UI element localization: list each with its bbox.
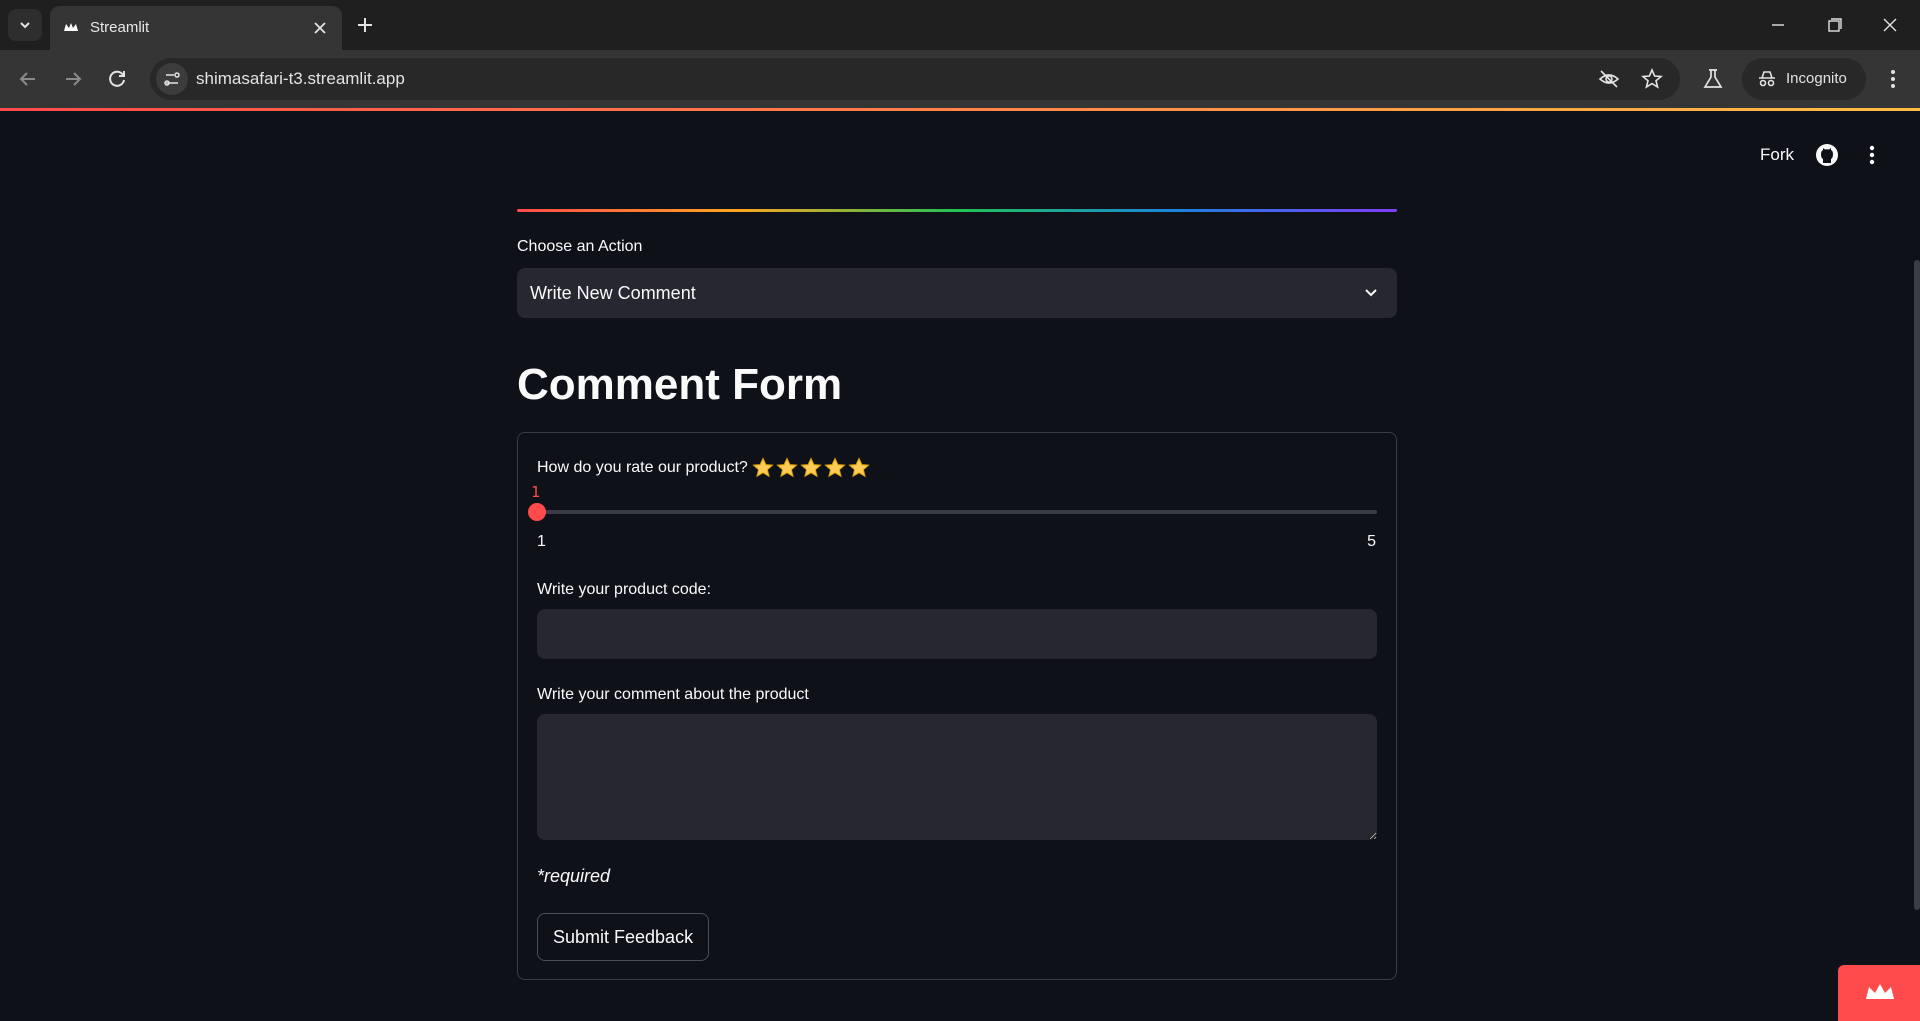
browser-toolbar: shimasafari-t3.streamlit.app Incognito [0, 50, 1920, 108]
app-menu-icon[interactable] [1862, 143, 1882, 167]
site-info-button[interactable] [156, 63, 188, 95]
rating-slider-min: 1 [537, 533, 546, 550]
chevron-down-icon [1365, 289, 1377, 297]
restore-icon[interactable] [1820, 12, 1848, 38]
incognito-icon [1759, 71, 1775, 87]
browser-tab-bar: Streamlit [0, 0, 1920, 50]
github-icon[interactable] [1815, 143, 1839, 167]
close-icon[interactable] [310, 18, 330, 38]
star-bookmark-icon[interactable] [1641, 68, 1663, 90]
rating-slider-value: 1 [531, 483, 541, 501]
tab-title: Streamlit [90, 19, 150, 36]
submit-feedback-button[interactable]: Submit Feedback [537, 913, 710, 961]
close-window-icon[interactable] [1876, 12, 1904, 38]
action-select[interactable]: Write New Comment [517, 268, 1397, 318]
star-icon [752, 457, 774, 478]
minimize-icon[interactable] [1764, 12, 1792, 38]
star-icon [800, 457, 822, 478]
rating-slider-track[interactable] [528, 503, 1377, 521]
product-code-input[interactable] [537, 609, 1377, 659]
star-icon [776, 457, 798, 478]
page-scrollbar[interactable] [1914, 260, 1920, 910]
rating-slider-max: 5 [1367, 533, 1376, 550]
url-text: shimasafari-t3.streamlit.app [196, 69, 405, 88]
incognito-label: Incognito [1786, 70, 1847, 87]
comment-label: Write your comment about the product [537, 686, 809, 703]
menu-icon[interactable] [1880, 66, 1906, 92]
star-icon [848, 457, 870, 478]
tab-list-button[interactable] [8, 9, 42, 41]
action-select-value: Write New Comment [530, 283, 696, 303]
back-icon[interactable] [14, 65, 42, 93]
tab-list-icon [20, 22, 30, 29]
product-code-label: Write your product code: [537, 581, 712, 598]
browser-tab[interactable]: Streamlit [50, 6, 342, 50]
site-info-icon [164, 72, 180, 86]
page-title: Comment Form [517, 360, 843, 409]
fork-link[interactable]: Fork [1760, 145, 1794, 165]
streamlit-logo-icon [1866, 984, 1894, 999]
comment-textarea[interactable] [537, 714, 1377, 840]
eye-off-icon[interactable] [1598, 68, 1620, 90]
app-header: Fork [0, 111, 1920, 197]
rainbow-divider [517, 209, 1397, 212]
action-select-label: Choose an Action [517, 238, 643, 255]
comment-form: How do you rate our product? 1 1 5 Write… [517, 432, 1397, 980]
rating-stars [752, 457, 870, 479]
rating-label: How do you rate our product? [537, 457, 870, 479]
required-note: *required [537, 866, 611, 886]
streamlit-logo-icon [64, 23, 78, 31]
rating-slider-thumb[interactable] [528, 503, 546, 521]
incognito-button[interactable]: Incognito [1742, 58, 1866, 100]
star-icon [824, 457, 846, 478]
reload-icon[interactable] [103, 65, 131, 93]
streamlit-badge[interactable] [1838, 965, 1920, 1021]
forward-icon[interactable] [59, 65, 87, 93]
rating-label-text: How do you rate our product? [537, 459, 748, 476]
labs-icon[interactable] [1700, 66, 1726, 92]
plus-icon[interactable] [352, 12, 378, 38]
address-bar[interactable]: shimasafari-t3.streamlit.app [150, 58, 1680, 100]
